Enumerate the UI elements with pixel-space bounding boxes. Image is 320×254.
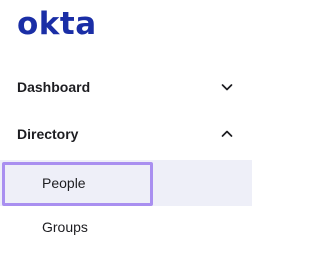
nav-section-label: Directory bbox=[17, 126, 79, 142]
nav-item-label: Groups bbox=[42, 219, 88, 235]
logo-text: okta bbox=[17, 6, 97, 42]
nav-section-dashboard[interactable]: Dashboard bbox=[0, 70, 252, 104]
chevron-down-icon bbox=[221, 84, 233, 91]
nav-item-label: People bbox=[42, 175, 86, 191]
nav-section-label: Dashboard bbox=[17, 79, 91, 95]
okta-logo-wordmark: okta bbox=[17, 6, 97, 42]
nav-item-people[interactable]: People bbox=[0, 160, 252, 206]
chevron-up-icon bbox=[221, 130, 233, 137]
okta-logo[interactable]: okta bbox=[17, 2, 107, 42]
nav-section-directory[interactable]: Directory bbox=[0, 117, 252, 151]
nav-item-groups[interactable]: Groups bbox=[0, 204, 252, 250]
